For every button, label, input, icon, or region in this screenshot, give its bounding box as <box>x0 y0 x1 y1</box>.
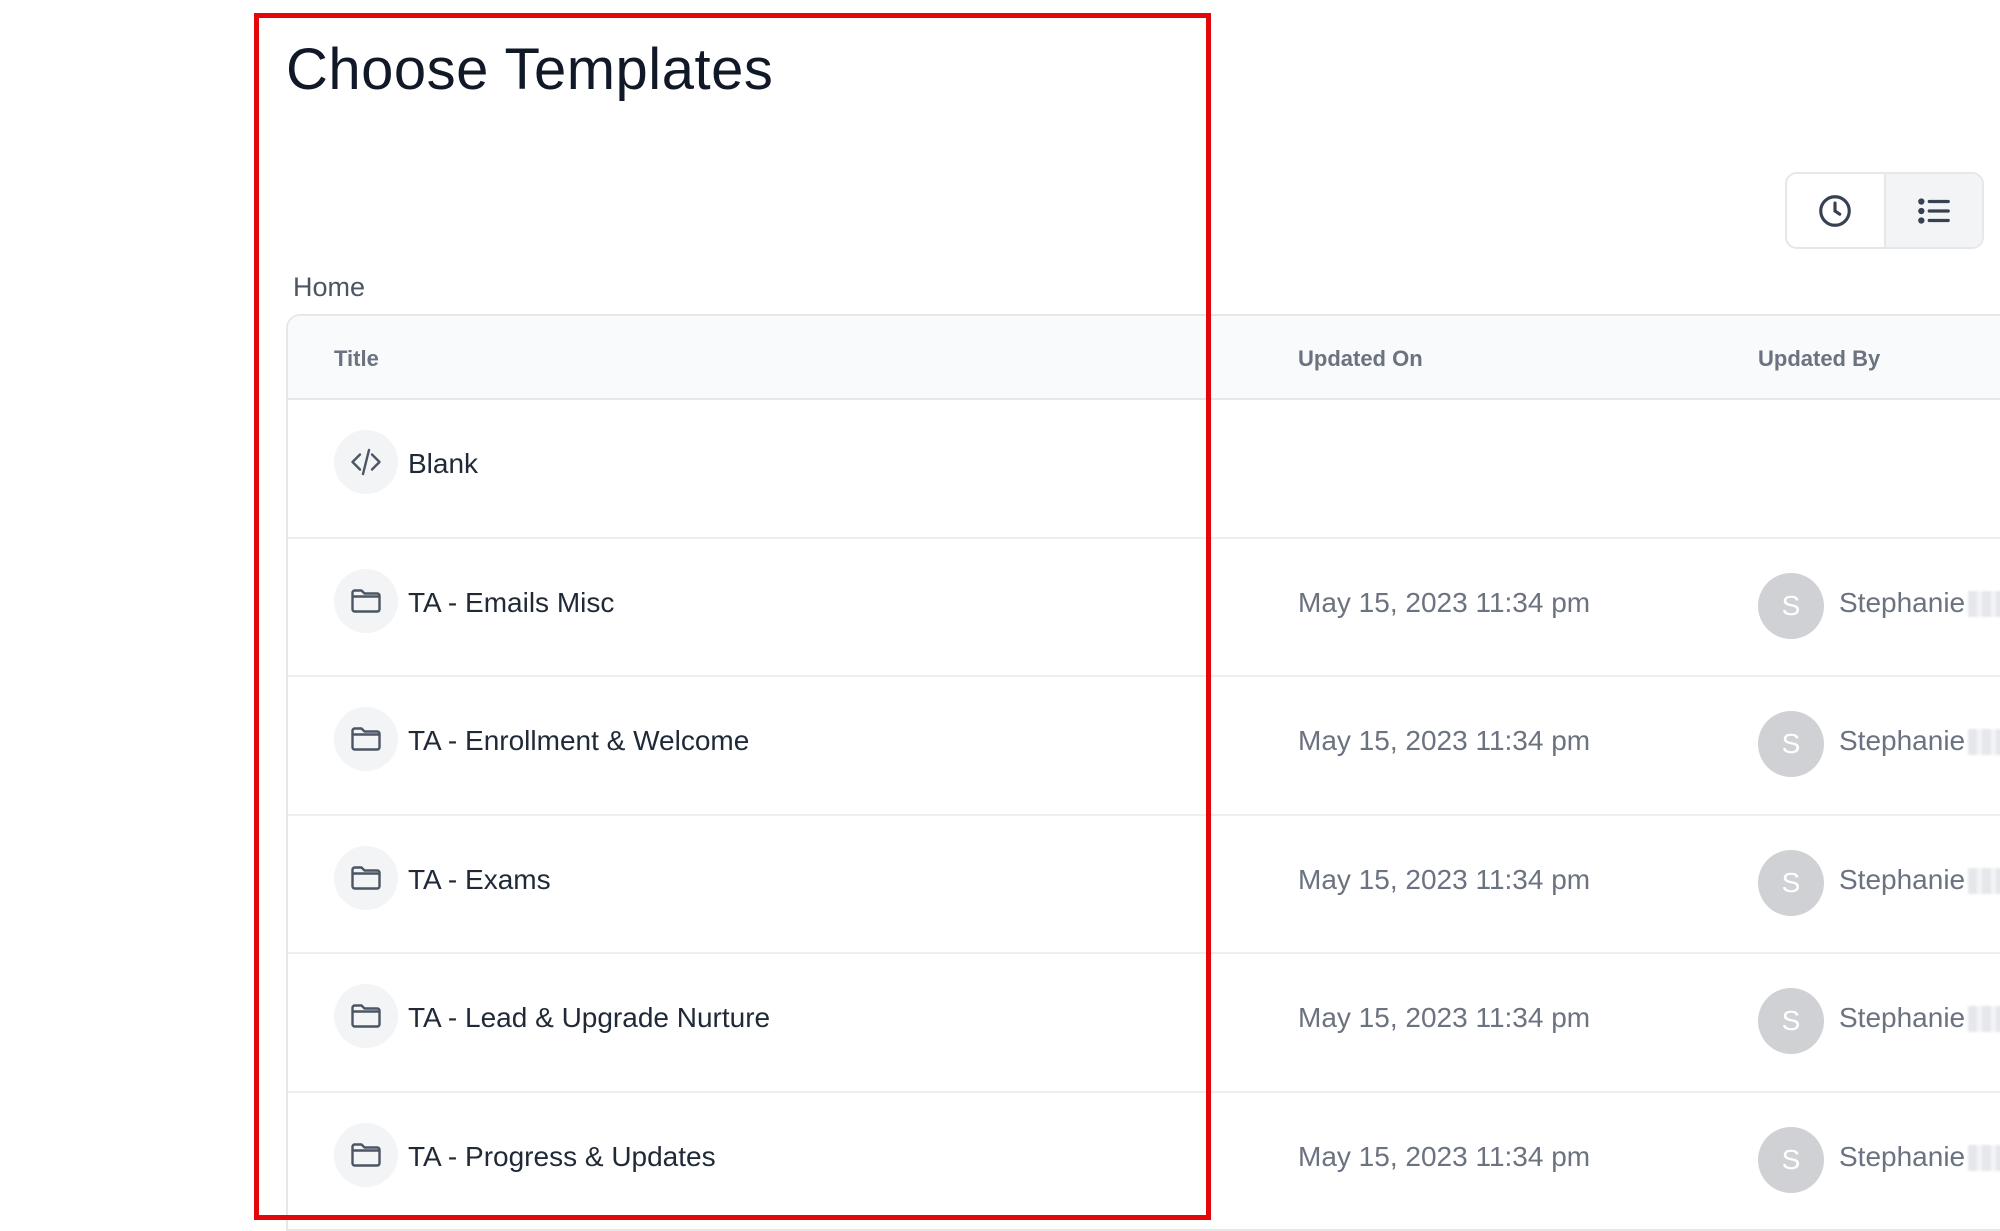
breadcrumb-home[interactable]: Home <box>293 272 365 302</box>
header-updated-by[interactable]: Updated By <box>1758 346 1880 372</box>
avatar: S <box>1758 988 1824 1054</box>
list-icon <box>1917 197 1950 224</box>
avatar: S <box>1758 572 1824 639</box>
table-row[interactable]: TA - Exams May 15, 2023 11:34 pm S Steph… <box>288 816 2000 954</box>
row-updated-by: Stephanie <box>1839 1140 1966 1172</box>
header-updated-on[interactable]: Updated On <box>1298 346 1423 372</box>
avatar: S <box>1758 1126 1824 1193</box>
table-row[interactable]: TA - Emails Misc May 15, 2023 11:34 pm S… <box>288 539 2000 677</box>
view-toggle <box>1785 172 1984 249</box>
table-header: Title Updated On Updated By <box>288 316 2000 400</box>
table-row[interactable]: TA - Enrollment & Welcome May 15, 2023 1… <box>288 677 2000 816</box>
redacted-text <box>1968 729 2000 755</box>
row-updated-by: Stephanie <box>1839 725 1966 756</box>
redacted-text <box>1968 1144 2000 1171</box>
folder-icon <box>351 727 381 751</box>
breadcrumb: Home <box>293 272 365 303</box>
row-updated-on: May 15, 2023 11:34 pm <box>1298 725 1591 756</box>
folder-icon <box>351 865 381 890</box>
table-row[interactable]: TA - Lead & Upgrade Nurture May 15, 2023… <box>288 954 2000 1093</box>
folder-icon <box>351 1142 381 1167</box>
header-title[interactable]: Title <box>334 346 379 372</box>
avatar: S <box>1758 711 1824 777</box>
code-icon <box>351 448 381 476</box>
row-icon <box>334 430 398 494</box>
row-updated-on: May 15, 2023 11:34 pm <box>1298 1140 1591 1172</box>
list-view-button[interactable] <box>1883 174 1982 247</box>
row-title[interactable]: TA - Emails Misc <box>408 587 614 619</box>
row-icon <box>334 707 398 771</box>
row-updated-on: May 15, 2023 11:34 pm <box>1298 863 1591 895</box>
row-title[interactable]: TA - Enrollment & Welcome <box>408 725 749 757</box>
row-updated-on: May 15, 2023 11:34 pm <box>1298 586 1591 618</box>
redacted-text <box>1968 590 2000 617</box>
folder-icon <box>351 1004 381 1028</box>
table-row[interactable]: TA - Progress & Updates May 15, 2023 11:… <box>288 1093 2000 1230</box>
avatar: S <box>1758 849 1824 916</box>
recent-button[interactable] <box>1787 174 1884 247</box>
table-row-blank[interactable]: Blank <box>288 400 2000 539</box>
templates-table: Title Updated On Updated By Blank TA - E… <box>286 314 2000 1231</box>
row-updated-by: Stephanie <box>1839 586 1966 618</box>
row-updated-by: Stephanie <box>1839 863 1966 895</box>
row-icon <box>334 1122 398 1187</box>
redacted-text <box>1968 1006 2000 1032</box>
page-title: Choose Templates <box>286 37 774 102</box>
row-updated-on: May 15, 2023 11:34 pm <box>1298 1002 1591 1033</box>
row-title[interactable]: TA - Exams <box>408 864 551 896</box>
row-icon <box>334 984 398 1048</box>
row-title[interactable]: TA - Progress & Updates <box>408 1141 716 1173</box>
row-icon <box>334 568 398 633</box>
folder-icon <box>351 588 381 613</box>
clock-icon <box>1819 194 1852 227</box>
row-icon <box>334 845 398 910</box>
redacted-text <box>1968 867 2000 894</box>
row-updated-by: Stephanie <box>1839 1002 1966 1033</box>
row-title[interactable]: TA - Lead & Upgrade Nurture <box>408 1002 770 1034</box>
row-title[interactable]: Blank <box>408 448 478 480</box>
